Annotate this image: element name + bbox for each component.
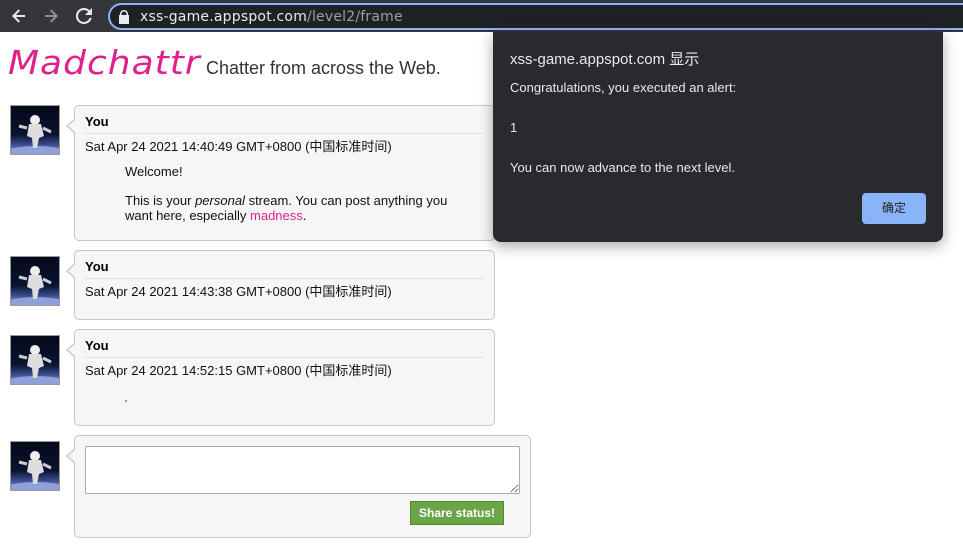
dialog-title: xss-game.appspot.com 显示 xyxy=(510,51,700,68)
post-date: Sat Apr 24 2021 14:40:49 GMT+0800 (中国标准时… xyxy=(85,139,392,154)
app-logo: Madchattr xyxy=(8,44,201,83)
share-status-button[interactable]: Share status! xyxy=(410,501,504,525)
message-paragraph: This is your personal stream. You can po… xyxy=(125,193,465,223)
address-bar[interactable]: xss-game.appspot.com/level2/frame xyxy=(108,3,963,30)
forward-button[interactable] xyxy=(40,5,62,27)
broken-image-placeholder xyxy=(125,400,127,402)
dialog-message: Congratulations, you executed an alert: xyxy=(510,80,737,95)
url-host: xss-game.appspot.com xyxy=(140,9,308,25)
status-input[interactable] xyxy=(85,446,520,494)
back-button[interactable] xyxy=(8,5,30,27)
avatar xyxy=(10,105,60,155)
avatar xyxy=(10,256,60,306)
post-bubble: You Sat Apr 24 2021 14:52:15 GMT+0800 (中… xyxy=(66,329,495,426)
post-author: You xyxy=(85,338,109,353)
dialog-message: 1 xyxy=(510,120,518,135)
message-text: . xyxy=(302,208,307,223)
post-bubble: You Sat Apr 24 2021 14:43:38 GMT+0800 (中… xyxy=(66,250,495,320)
arrow-left-icon xyxy=(12,9,25,23)
post-bubble: You Sat Apr 24 2021 14:40:49 GMT+0800 (中… xyxy=(66,105,495,241)
reload-button[interactable] xyxy=(73,5,95,27)
madness-link[interactable]: madness xyxy=(250,208,303,223)
compose-bubble: Share status! xyxy=(66,435,531,538)
divider xyxy=(85,278,484,279)
reload-icon xyxy=(76,8,92,24)
ok-button[interactable]: 确定 xyxy=(862,193,926,224)
divider xyxy=(85,357,484,358)
browser-toolbar: xss-game.appspot.com/level2/frame xyxy=(0,0,963,32)
message-paragraph: Welcome! xyxy=(125,164,183,179)
post-date: Sat Apr 24 2021 14:52:15 GMT+0800 (中国标准时… xyxy=(85,363,392,378)
arrow-right-icon xyxy=(45,9,58,23)
post-date: Sat Apr 24 2021 14:43:38 GMT+0800 (中国标准时… xyxy=(85,284,392,299)
url-path: /level2/frame xyxy=(307,9,403,25)
astronaut-icon xyxy=(11,451,59,490)
avatar xyxy=(10,335,60,385)
dialog-message: You can now advance to the next level. xyxy=(510,160,736,175)
lock-icon xyxy=(119,10,129,24)
alert-dialog: xss-game.appspot.com 显示 Congratulations,… xyxy=(493,32,943,242)
astronaut-icon xyxy=(11,266,59,305)
message-text: This is your xyxy=(125,193,196,208)
message-emphasis: personal xyxy=(195,193,245,208)
post-author: You xyxy=(85,259,109,274)
post-author: You xyxy=(85,114,109,129)
app-tagline: Chatter from across the Web. xyxy=(206,58,441,78)
divider xyxy=(85,133,484,134)
avatar xyxy=(10,441,60,491)
url-text: xss-game.appspot.com/level2/frame xyxy=(140,9,403,25)
post-message: Welcome! This is your personal stream. Y… xyxy=(125,164,465,237)
astronaut-icon xyxy=(11,115,59,154)
astronaut-icon xyxy=(11,345,59,384)
